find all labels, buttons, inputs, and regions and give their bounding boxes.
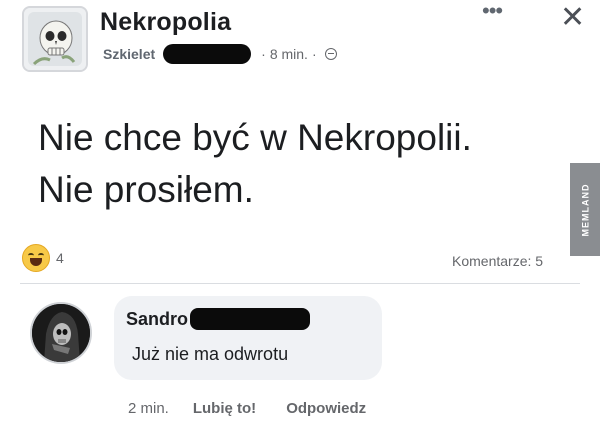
- like-button[interactable]: Lubię to!: [193, 400, 256, 417]
- globe-icon: [324, 48, 337, 60]
- more-horizontal-icon[interactable]: •••: [482, 0, 503, 24]
- haha-reaction-icon: [22, 244, 50, 272]
- meta-separator: ·: [261, 46, 266, 62]
- reply-button[interactable]: Odpowiedz: [286, 400, 366, 417]
- redaction-bar: [190, 308, 311, 330]
- reaction-summary[interactable]: 4: [22, 244, 64, 272]
- facebook-post: Nekropolia Szkielet · 8 min. · ••• ✕ Nie…: [0, 0, 600, 431]
- post-time[interactable]: 8 min.: [270, 46, 308, 62]
- post-meta: Szkielet · 8 min. ·: [103, 44, 337, 64]
- post-author[interactable]: Szkielet: [103, 46, 155, 62]
- comments-count-link[interactable]: Komentarze: 5: [452, 253, 543, 269]
- skull-avatar-image: [24, 8, 86, 70]
- post-text-line: Nie prosiłem.: [38, 169, 254, 210]
- comment-avatar[interactable]: [30, 302, 92, 364]
- comment-bubble: Sandro Już nie ma odwrotu: [114, 296, 382, 380]
- comment-time[interactable]: 2 min.: [128, 400, 169, 417]
- watermark-text: MEMLAND: [580, 183, 590, 236]
- reaper-avatar-image: [32, 304, 90, 362]
- post-text: Nie chce być w Nekropolii. Nie prosiłem.: [38, 112, 548, 216]
- comment-text: Już nie ma odwrotu: [132, 344, 289, 364]
- comment-author-row: Sandro: [126, 308, 311, 330]
- post-text-line: Nie chce być w Nekropolii.: [38, 117, 472, 158]
- close-icon[interactable]: ✕: [560, 0, 585, 35]
- comment-actions: 2 min. Lubię to! Odpowiedz: [128, 400, 366, 417]
- reaction-count: 4: [56, 250, 64, 266]
- group-avatar[interactable]: [22, 6, 88, 72]
- group-name[interactable]: Nekropolia: [100, 8, 231, 37]
- divider: [20, 283, 580, 284]
- redaction-bar: [163, 44, 252, 64]
- comment-author[interactable]: Sandro: [126, 309, 188, 330]
- meta-separator: ·: [311, 46, 317, 62]
- watermark: MEMLAND: [570, 163, 600, 256]
